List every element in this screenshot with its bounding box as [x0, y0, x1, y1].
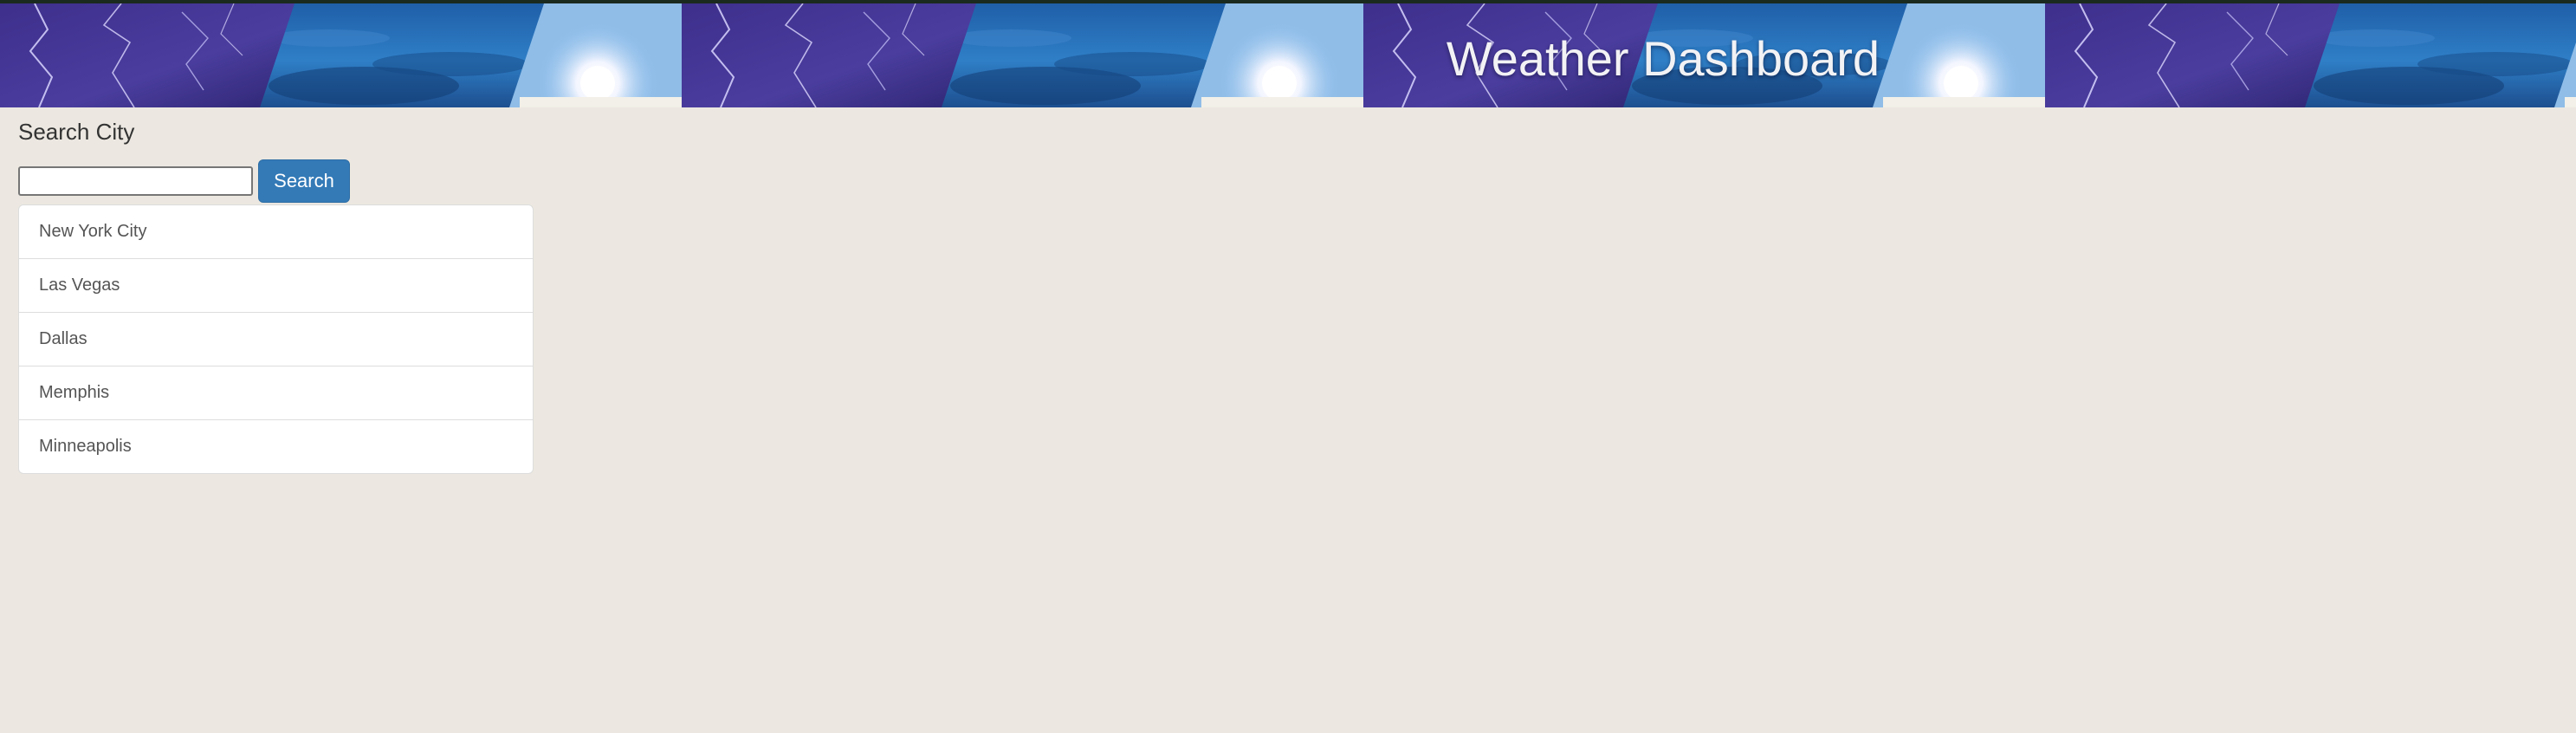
city-history-item[interactable]: Memphis [19, 366, 533, 420]
city-history-item[interactable]: Minneapolis [19, 420, 533, 473]
city-history-item[interactable]: Dallas [19, 313, 533, 366]
city-history-item[interactable]: New York City [19, 205, 533, 259]
header-banner: Weather Dashboard [0, 3, 2576, 107]
search-button[interactable]: Search [258, 159, 350, 203]
search-form: Search [18, 159, 350, 203]
search-history-list: New York City Las Vegas Dallas Memphis M… [18, 204, 534, 474]
city-history-item[interactable]: Las Vegas [19, 259, 533, 313]
page-title: Weather Dashboard [1446, 31, 1880, 86]
search-heading: Search City [18, 119, 135, 145]
search-panel: Search City Search New York City Las Veg… [18, 116, 534, 474]
city-search-input[interactable] [18, 166, 253, 196]
